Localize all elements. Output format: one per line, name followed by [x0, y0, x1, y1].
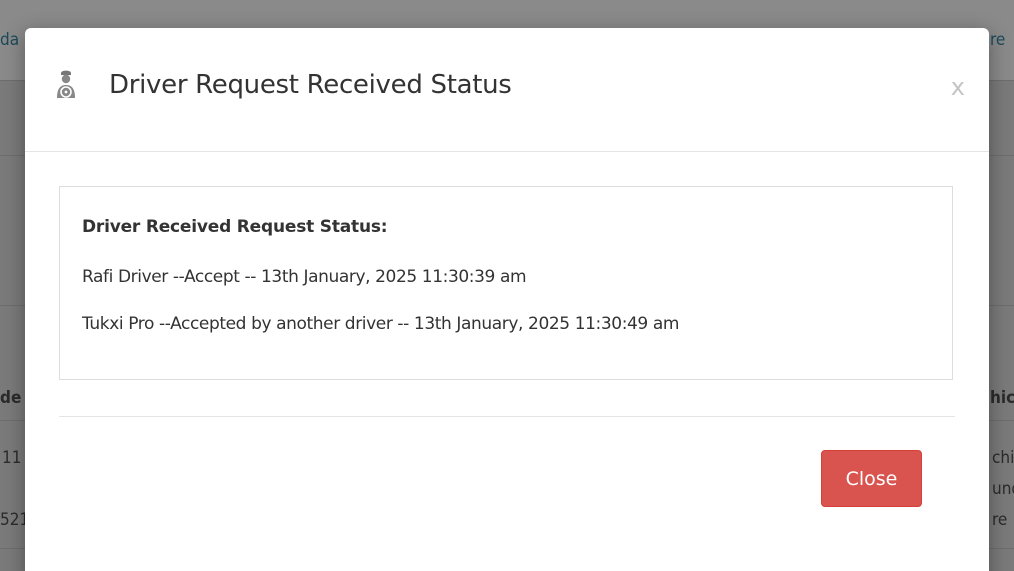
background-text: de	[0, 388, 22, 408]
background-text: und	[992, 479, 1014, 499]
driver-status-modal: Driver Request Received Status x Driver …	[25, 28, 989, 571]
driver-icon	[55, 70, 77, 100]
modal-title: Driver Request Received Status	[109, 70, 512, 100]
background-text: 11	[2, 448, 22, 468]
status-panel: Driver Received Request Status: Rafi Dri…	[59, 186, 953, 380]
background-text: da	[0, 30, 20, 50]
background-text: hic	[990, 388, 1014, 408]
close-icon[interactable]: x	[951, 75, 965, 99]
background-text: chi	[992, 448, 1014, 468]
close-button[interactable]: Close	[821, 450, 922, 507]
modal-header: Driver Request Received Status x	[25, 28, 989, 152]
page: da re de hic 11 521 chi und re Driver Re…	[0, 0, 1014, 571]
modal-footer-divider	[59, 416, 955, 417]
status-heading: Driver Received Request Status:	[82, 217, 388, 237]
background-text: re	[990, 30, 1006, 50]
modal-body: Driver Received Request Status: Rafi Dri…	[59, 186, 955, 380]
status-line: Rafi Driver --Accept -- 13th January, 20…	[82, 267, 527, 287]
status-line: Tukxi Pro --Accepted by another driver -…	[82, 314, 680, 334]
background-text: re	[992, 510, 1008, 530]
